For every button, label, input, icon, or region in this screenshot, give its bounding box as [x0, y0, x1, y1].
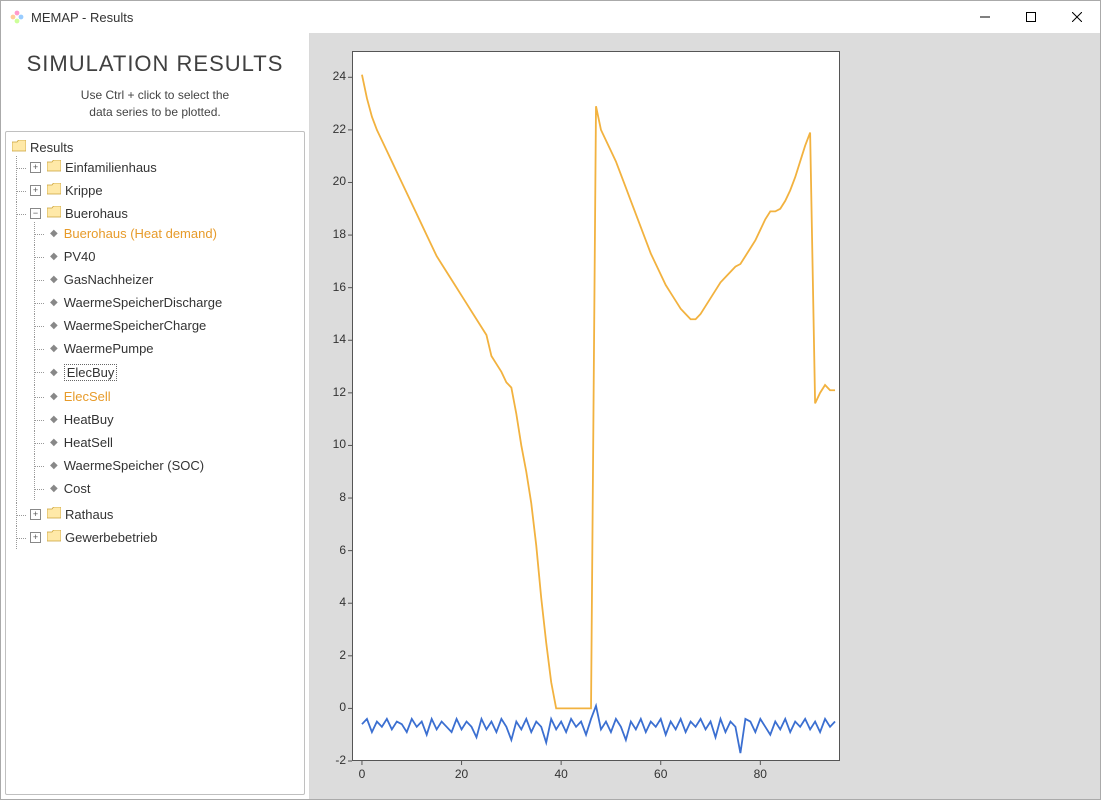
folder-icon: [47, 160, 61, 175]
tree-expander-icon[interactable]: +: [30, 185, 41, 196]
maximize-button[interactable]: [1008, 1, 1054, 33]
tree-leaf-heatsell[interactable]: ◆HeatSell: [46, 434, 302, 451]
bullet-icon: ◆: [48, 274, 60, 285]
folder-icon: [47, 183, 61, 198]
series-line: [362, 706, 835, 753]
sidebar: SIMULATION RESULTS Use Ctrl + click to s…: [1, 33, 310, 799]
tree-expander-icon[interactable]: +: [30, 532, 41, 543]
window-title: MEMAP - Results: [31, 10, 962, 25]
bullet-icon: ◆: [48, 460, 60, 471]
tree-expander-icon[interactable]: −: [30, 208, 41, 219]
folder-icon: [47, 530, 61, 545]
tree-leaf-pv40[interactable]: ◆PV40: [46, 248, 302, 265]
tree-leaf-waermespeicherdischarge[interactable]: ◆WaermeSpeicherDischarge: [46, 294, 302, 311]
tree-leaf-buerohaus-heat-demand-[interactable]: ◆Buerohaus (Heat demand): [46, 225, 302, 242]
tree-node-krippe[interactable]: +Krippe: [28, 182, 302, 199]
series-line: [362, 75, 835, 709]
bullet-icon: ◆: [48, 367, 60, 378]
app-icon: [9, 9, 25, 25]
tree-leaf-elecsell[interactable]: ◆ElecSell: [46, 388, 302, 405]
bullet-icon: ◆: [48, 343, 60, 354]
tree-node-einfamilienhaus[interactable]: +Einfamilienhaus: [28, 159, 302, 176]
titlebar: MEMAP - Results: [1, 1, 1100, 33]
folder-icon: [47, 507, 61, 522]
sidebar-heading: SIMULATION RESULTS: [5, 51, 305, 77]
tree-leaf-gasnachheizer[interactable]: ◆GasNachheizer: [46, 271, 302, 288]
tree-leaf-waermepumpe[interactable]: ◆WaermePumpe: [46, 340, 302, 357]
bullet-icon: ◆: [48, 228, 60, 239]
sidebar-hint: Use Ctrl + click to select the data seri…: [5, 87, 305, 121]
close-button[interactable]: [1054, 1, 1100, 33]
tree-leaf-waermespeicher-soc-[interactable]: ◆WaermeSpeicher (SOC): [46, 457, 302, 474]
chart-area: -2024681012141618202224020406080 Bueroha…: [310, 33, 1100, 799]
tree-node-gewerbebetrieb[interactable]: +Gewerbebetrieb: [28, 529, 302, 546]
bullet-icon: ◆: [48, 297, 60, 308]
bullet-icon: ◆: [48, 414, 60, 425]
tree-expander-icon[interactable]: +: [30, 509, 41, 520]
minimize-button[interactable]: [962, 1, 1008, 33]
tree-leaf-heatbuy[interactable]: ◆HeatBuy: [46, 411, 302, 428]
series-tree[interactable]: Results +Einfamilienhaus +Krippe −Buerohaus…: [5, 131, 305, 795]
bullet-icon: ◆: [48, 483, 60, 494]
bullet-icon: ◆: [48, 320, 60, 331]
tree-leaf-elecbuy[interactable]: ◆ElecBuy: [46, 363, 302, 382]
bullet-icon: ◆: [48, 391, 60, 402]
folder-icon: [12, 140, 26, 155]
tree-leaf-waermespeichercharge[interactable]: ◆WaermeSpeicherCharge: [46, 317, 302, 334]
tree-node-rathaus[interactable]: +Rathaus: [28, 506, 302, 523]
tree-root[interactable]: Results: [10, 139, 302, 156]
tree-expander-icon[interactable]: +: [30, 162, 41, 173]
line-chart[interactable]: -2024681012141618202224020406080: [312, 41, 852, 791]
bullet-icon: ◆: [48, 437, 60, 448]
tree-leaf-cost[interactable]: ◆Cost: [46, 480, 302, 497]
folder-icon: [47, 206, 61, 221]
bullet-icon: ◆: [48, 251, 60, 262]
tree-node-buerohaus[interactable]: −Buerohaus: [28, 205, 302, 222]
